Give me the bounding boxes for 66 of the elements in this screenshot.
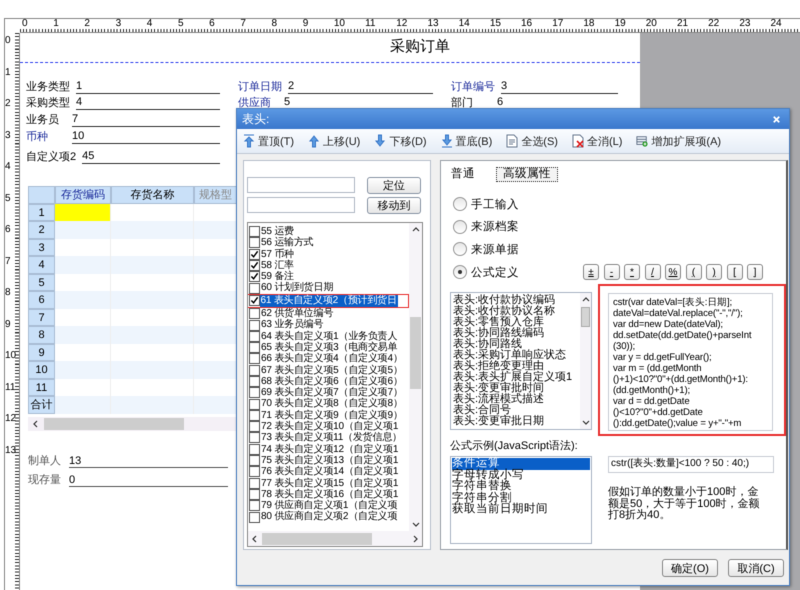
ruler-number: 13	[5, 444, 18, 458]
ruler-number: 0	[5, 34, 12, 48]
field-label: 现存量	[28, 472, 61, 487]
ruler-number: 11	[5, 380, 16, 394]
ruler-number: 7	[5, 254, 12, 268]
ruler-number: 19	[614, 19, 627, 31]
ruler-number: 14	[458, 19, 471, 31]
field-label: 业务员	[26, 113, 60, 128]
row-header: 1	[28, 204, 55, 222]
ruler-number: 18	[582, 19, 596, 31]
row-header: 合计	[28, 396, 55, 414]
row-header: 9	[28, 344, 55, 362]
row-header: 4	[28, 256, 55, 274]
ruler-number: 24	[770, 19, 783, 31]
ruler-number: 13	[426, 19, 440, 31]
ruler-number: 20	[644, 19, 658, 31]
ruler-number: 4	[146, 19, 154, 31]
ruler-number: 2	[83, 19, 91, 31]
ruler-number: 10	[332, 19, 346, 31]
field-label: 订单日期	[238, 80, 282, 94]
ruler-number: 21	[676, 19, 690, 31]
ruler-number: 5	[5, 192, 12, 206]
row-header: 6	[28, 291, 55, 309]
row-header: 5	[28, 274, 55, 292]
ruler-number: 15	[488, 19, 502, 31]
document-title: 采购订单	[389, 38, 451, 56]
example-description: 假如订单的数量小于100时，金额是50，大于等于100时，金额打8折为40。	[608, 487, 761, 522]
ruler-number: 12	[5, 412, 18, 426]
row-header: 10	[28, 361, 55, 379]
ruler-number: 4	[5, 160, 12, 174]
row-header: 3	[28, 238, 55, 256]
ruler-number: 3	[114, 19, 122, 31]
field-label: 部门	[451, 96, 474, 110]
ruler-number: 1	[52, 19, 60, 31]
ruler-number: 8	[270, 19, 278, 31]
row-header: 11	[28, 378, 55, 396]
field-label: 币种	[26, 130, 49, 144]
row-header: 8	[28, 326, 55, 344]
field-label: 制单人	[28, 454, 61, 468]
ruler-number: 17	[551, 19, 564, 31]
ruler-number: 8	[5, 286, 12, 300]
ruler-number: 3	[5, 128, 12, 142]
ruler-number: 22	[707, 19, 720, 31]
field-label: 订单编号	[451, 80, 495, 94]
row-header: 2	[28, 221, 55, 239]
ruler-number: 7	[239, 19, 247, 31]
ruler-number: 6	[208, 19, 216, 31]
ruler-number: 5	[176, 19, 184, 31]
row-header: 7	[28, 308, 55, 326]
dialog-title: 表头:	[242, 110, 270, 128]
field-label: 供应商	[238, 96, 272, 110]
ruler-number: 12	[395, 19, 408, 31]
ruler-number: 16	[520, 19, 534, 31]
field-label: 业务类型	[26, 80, 70, 94]
field-label: 自定义项2	[26, 150, 76, 164]
ruler-number: 9	[302, 19, 310, 31]
examples-label: 公式示例(JavaScript语法):	[450, 439, 579, 454]
ruler-number: 0	[21, 19, 29, 31]
ruler-number: 11	[364, 19, 376, 31]
ruler-number: 9	[5, 318, 12, 332]
ruler-number: 23	[738, 19, 752, 31]
ruler-number: 2	[5, 97, 12, 111]
field-label: 采购类型	[26, 96, 70, 110]
ruler-number: 6	[5, 223, 12, 237]
ruler-number: 10	[5, 349, 18, 363]
ruler-number: 1	[5, 66, 12, 80]
